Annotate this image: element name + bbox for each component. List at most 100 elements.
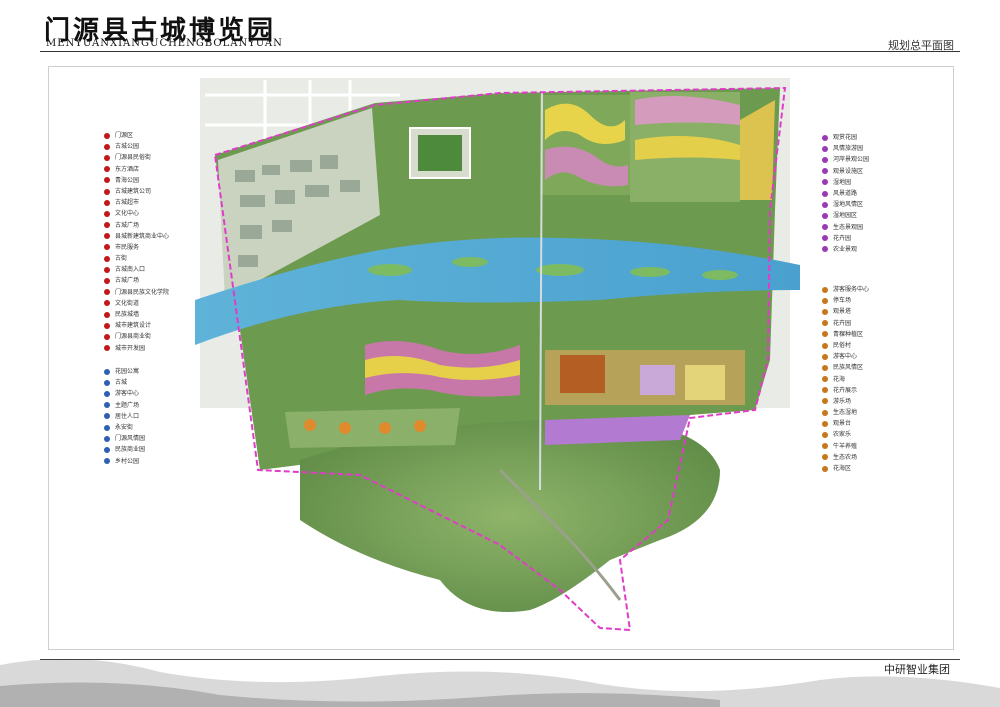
- footer-divider: [40, 659, 960, 660]
- legend-marker-icon: [822, 454, 828, 461]
- legend-label: 游客中心: [833, 353, 858, 361]
- legend-marker-icon: [104, 132, 110, 139]
- legend-item: 牛羊养殖: [822, 441, 869, 452]
- legend-item: 游乐场: [822, 396, 869, 407]
- legend-label: 花卉园: [833, 319, 852, 327]
- legend-marker-icon: [822, 145, 828, 152]
- legend-marker-icon: [822, 224, 828, 231]
- legend-label: 生态农场: [833, 453, 858, 461]
- legend-label: 永安街: [115, 423, 134, 431]
- legend-item: 门源区: [104, 130, 169, 141]
- legend-label: 花卉园: [833, 234, 852, 242]
- legend-label: 农家乐: [833, 431, 852, 439]
- legend-marker-icon: [822, 201, 828, 208]
- legend-item: 永安街: [104, 422, 145, 433]
- legend-item: 湿地风情区: [822, 199, 869, 210]
- legend-item: 生态农场: [822, 452, 869, 463]
- legend-label: 河岸景观公园: [833, 156, 870, 164]
- legend-label: 县城新建筑商业中心: [115, 232, 170, 240]
- legend-label: 民俗村: [833, 341, 852, 349]
- legend-item: 门源风情园: [104, 433, 145, 444]
- legend-label: 游客服务中心: [833, 286, 870, 293]
- legend-marker-icon: [822, 235, 828, 242]
- legend-label: 湿地园区: [833, 212, 858, 220]
- legend-marker-icon: [822, 190, 828, 197]
- legend-right-orange: 游客服务中心 停车场 观景塔 花卉园 青稞种植区 民俗村 游客中心 民族风情区 花海 花卉展示 游乐…: [822, 284, 869, 474]
- legend-marker-icon: [104, 222, 110, 229]
- legend-marker-icon: [104, 199, 110, 206]
- legend-item: 停车场: [822, 295, 869, 306]
- legend-marker-icon: [104, 154, 110, 161]
- legend-marker-icon: [104, 390, 110, 397]
- legend-marker-icon: [822, 179, 828, 186]
- legend-label: 居住人口: [115, 412, 140, 420]
- legend-marker-icon: [104, 278, 110, 285]
- legend-marker-icon: [822, 409, 828, 416]
- legend-item: 乡村公园: [104, 456, 145, 467]
- legend-marker-icon: [822, 364, 828, 371]
- legend-label: 门源县民族文化学院: [115, 288, 170, 296]
- legend-label: 停车场: [833, 297, 852, 305]
- legend-label: 古城广场: [115, 221, 140, 229]
- legend-left-red: 门源区 古城公园 门源县民俗街 东方酒店 青海公园 古城建筑公司 古城超市 文化中心 古城广场县…: [104, 130, 169, 354]
- legend-label: 花园公寓: [115, 368, 140, 375]
- legend-item: 游客中心: [104, 388, 145, 399]
- legend-marker-icon: [822, 212, 828, 219]
- legend-item: 观赏花园: [822, 132, 869, 143]
- legend-label: 风情旅游园: [833, 145, 864, 153]
- legend-item: 门源县民族文化学院: [104, 287, 169, 298]
- legend-label: 民族城墙: [115, 311, 140, 318]
- legend-item: 花卉展示: [822, 385, 869, 396]
- legend-marker-icon: [104, 402, 110, 409]
- legend-item: 游客服务中心: [822, 284, 869, 295]
- legend-label: 门源县商业街: [115, 333, 152, 341]
- legend-item: 风情旅游园: [822, 143, 869, 154]
- legend-label: 东方酒店: [115, 165, 140, 173]
- legend-item: 古城: [104, 377, 145, 388]
- legend-label: 古城建筑公司: [115, 187, 152, 195]
- legend-label: 古城公园: [115, 143, 140, 151]
- legend-marker-icon: [822, 168, 828, 175]
- legend-marker-icon: [104, 333, 110, 340]
- legend-marker-icon: [822, 398, 828, 405]
- legend-label: 游客中心: [115, 390, 140, 398]
- legend-marker-icon: [822, 246, 828, 253]
- stadium-field: [418, 135, 462, 171]
- legend-marker-icon: [822, 443, 828, 450]
- legend-marker-icon: [104, 266, 110, 273]
- legend-item: 文化中心: [104, 208, 169, 219]
- legend-item: 观景台: [822, 418, 869, 429]
- legend-label: 主题广场: [115, 401, 140, 409]
- legend-item: 古城广场: [104, 275, 169, 286]
- legend-label: 乡村公园: [115, 457, 140, 465]
- legend-marker-icon: [104, 311, 110, 318]
- legend-marker-icon: [822, 331, 828, 338]
- legend-item: 文化街道: [104, 298, 169, 309]
- legend-marker-icon: [822, 342, 828, 349]
- legend-label: 门源县民俗街: [115, 154, 152, 162]
- legend-label: 青稞种植区: [833, 330, 864, 338]
- legend-marker-icon: [104, 458, 110, 465]
- southern-hill: [300, 419, 720, 612]
- legend-marker-icon: [104, 210, 110, 217]
- legend-label: 门源风情园: [115, 435, 146, 443]
- company-name: 中研智业集团: [884, 663, 950, 676]
- village-building-a: [560, 355, 605, 393]
- legend-marker-icon: [104, 233, 110, 240]
- legend-item: 青海公园: [104, 175, 169, 186]
- legend-marker-icon: [104, 424, 110, 431]
- legend-marker-icon: [822, 134, 828, 141]
- legend-label: 湿地园: [833, 178, 852, 186]
- legend-label: 游乐场: [833, 397, 852, 405]
- legend-item: 农家乐: [822, 429, 869, 440]
- legend-label: 青海公园: [115, 176, 140, 184]
- legend-label: 城市建筑设计: [115, 322, 152, 330]
- legend-item: 市民服务: [104, 242, 169, 253]
- legend-left-blue: 花园公寓 古城 游客中心 主题广场 居住人口 永安街 门源风情园 民族商业园 乡村公园: [104, 366, 145, 467]
- legend-marker-icon: [104, 322, 110, 329]
- legend-marker-icon: [104, 345, 110, 352]
- legend-label: 古城广场: [115, 277, 140, 285]
- legend-marker-icon: [104, 166, 110, 173]
- legend-marker-icon: [104, 379, 110, 386]
- legend-marker-icon: [822, 387, 828, 394]
